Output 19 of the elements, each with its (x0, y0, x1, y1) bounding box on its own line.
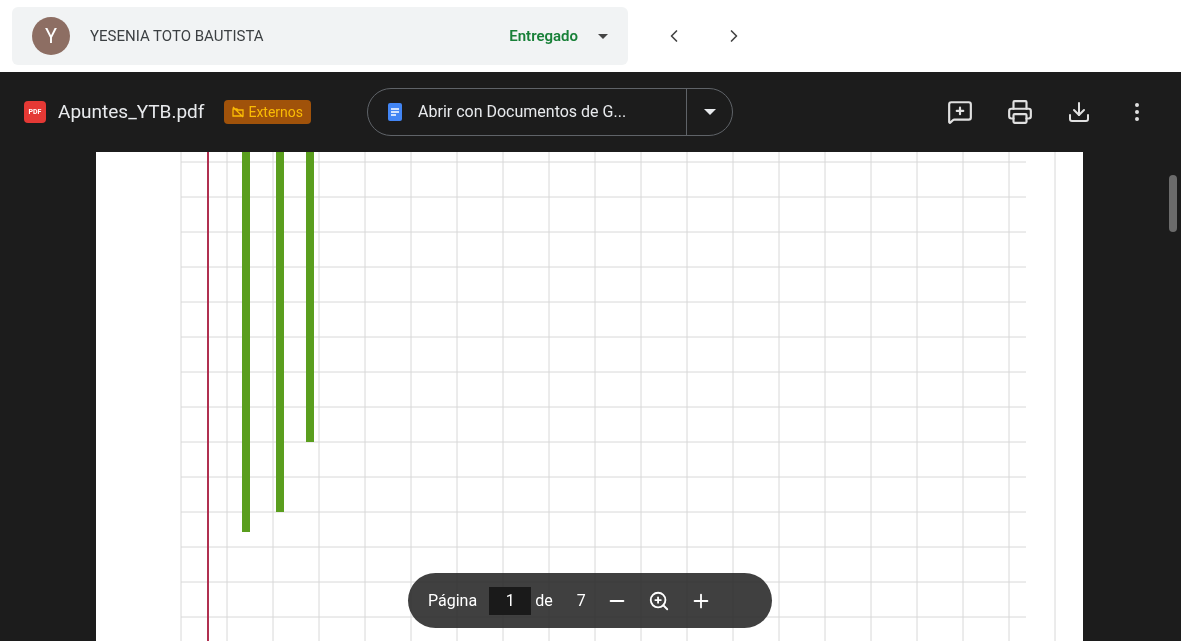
folder-off-icon (232, 106, 245, 118)
open-with-label: Abrir con Documentos de G... (418, 101, 627, 123)
status-dropdown[interactable]: Entregado (509, 24, 608, 48)
zoom-icon (647, 589, 670, 612)
page-of-label: de (535, 589, 553, 612)
page-number-field[interactable]: 1 (489, 586, 532, 615)
docs-icon (388, 103, 403, 121)
page-label: Página (428, 589, 478, 612)
badge-label: Externos (248, 102, 304, 122)
download-icon[interactable] (1067, 100, 1091, 124)
print-icon[interactable] (1007, 99, 1033, 125)
add-comment-icon[interactable] (947, 99, 973, 125)
scrollbar-thumb[interactable] (1169, 175, 1177, 232)
page-total: 7 (576, 589, 586, 612)
caret-icon (598, 33, 608, 39)
file-name: Apuntes_YTB.pdf (58, 98, 205, 125)
caret-icon[interactable] (703, 109, 716, 115)
student-name: YESENIA TOTO BAUTISTA (90, 25, 264, 47)
avatar: Y (32, 17, 70, 55)
